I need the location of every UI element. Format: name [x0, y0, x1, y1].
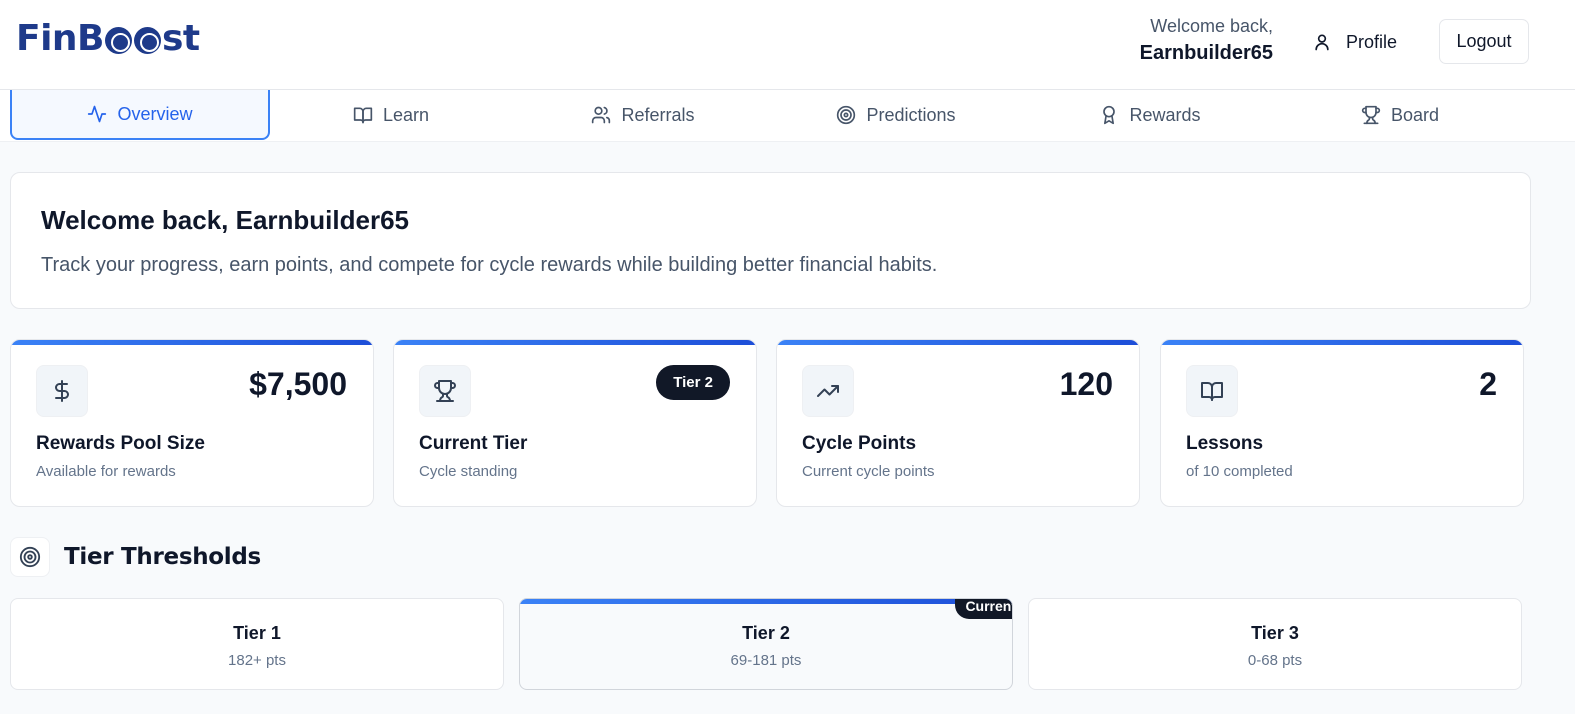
welcome-username: Earnbuilder65	[1139, 42, 1273, 64]
card-accent-bar	[520, 599, 1012, 604]
finboost-logo[interactable]: FinB st	[16, 18, 200, 59]
stat-label: Lessons	[1186, 433, 1264, 454]
stat-label: Rewards Pool Size	[36, 433, 205, 454]
trending-up-icon	[802, 365, 854, 417]
profile-button[interactable]: Profile	[1312, 26, 1397, 58]
stat-card-rewards-pool: $7,500 Rewards Pool Size Available for r…	[10, 339, 374, 507]
tab-label: Overview	[117, 103, 193, 124]
tier-thresholds-header: Tier Thresholds	[10, 537, 261, 577]
logout-button[interactable]: Logout	[1439, 19, 1529, 64]
tab-label: Rewards	[1129, 104, 1201, 125]
stat-card-lessons: 2 Lessons of 10 completed	[1160, 339, 1524, 507]
card-accent-bar	[11, 340, 373, 345]
tab-label: Learn	[382, 104, 430, 125]
trophy-icon	[1361, 105, 1381, 125]
logo-coin-icon	[134, 27, 161, 54]
stat-card-current-tier: Tier 2 Current Tier Cycle standing	[393, 339, 757, 507]
stat-value: $7,500	[249, 366, 347, 402]
users-icon	[592, 106, 611, 124]
tab-rewards[interactable]: Rewards	[1028, 90, 1272, 140]
stat-sublabel: of 10 completed	[1186, 463, 1293, 480]
profile-label: Profile	[1346, 31, 1398, 52]
tier-range: 0-68 pts	[1247, 652, 1303, 669]
tier-badge: Tier 2	[656, 365, 730, 400]
tab-overview[interactable]: Overview	[10, 90, 270, 140]
tier-name: Tier 3	[1251, 623, 1299, 643]
stat-value: 2	[1479, 366, 1497, 402]
dollar-icon	[36, 365, 88, 417]
award-icon	[1103, 105, 1116, 125]
welcome-card: Welcome back, Earnbuilder65 Track your p…	[10, 172, 1531, 309]
book-open-icon	[1186, 365, 1238, 417]
tier-card-3: Tier 3 0-68 pts	[1028, 598, 1522, 690]
main-tabs: Overview Learn Referrals Predictions Rew…	[0, 90, 1575, 142]
target-icon	[837, 105, 856, 125]
book-open-icon	[353, 107, 373, 124]
tab-label: Referrals	[621, 104, 695, 125]
tier-card-1: Tier 1 182+ pts	[10, 598, 504, 690]
stat-sublabel: Available for rewards	[36, 463, 176, 480]
tier-name: Tier 2	[742, 623, 790, 643]
tab-referrals[interactable]: Referrals	[522, 90, 764, 140]
section-title: Tier Thresholds	[64, 544, 261, 570]
header-welcome: Welcome back, Earnbuilder65	[1140, 16, 1273, 65]
tab-label: Board	[1390, 104, 1440, 125]
card-accent-bar	[394, 340, 756, 345]
tier-name: Tier 1	[233, 623, 281, 643]
tier-card-2: Current Tier 2 69-181 pts	[519, 598, 1013, 690]
welcome-greeting: Welcome back,	[1150, 16, 1273, 36]
user-icon	[1315, 34, 1329, 51]
stat-sublabel: Current cycle points	[802, 463, 935, 480]
target-icon	[10, 537, 50, 577]
trophy-icon	[419, 365, 471, 417]
page-title: Welcome back, Earnbuilder65	[41, 205, 409, 235]
app-header: FinB st Welcome back, Earnbuilder65 Profi…	[0, 0, 1575, 90]
page-subtitle: Track your progress, earn points, and co…	[41, 254, 938, 276]
stat-value: 120	[1059, 366, 1113, 402]
logo-coin-icon	[105, 27, 132, 54]
stat-label: Cycle Points	[802, 433, 917, 454]
tier-range: 182+ pts	[228, 652, 286, 669]
current-tier-badge: Current	[955, 599, 1012, 619]
tab-predictions[interactable]: Predictions	[774, 90, 1018, 140]
tier-range: 69-181 pts	[730, 652, 802, 669]
activity-icon	[88, 105, 107, 123]
stat-card-cycle-points: 120 Cycle Points Current cycle points	[776, 339, 1140, 507]
stat-sublabel: Cycle standing	[419, 463, 518, 480]
tab-board[interactable]: Board	[1280, 90, 1520, 140]
card-accent-bar	[777, 340, 1139, 345]
tab-label: Predictions	[866, 104, 956, 125]
card-accent-bar	[1161, 340, 1523, 345]
stat-label: Current Tier	[419, 433, 528, 454]
tab-learn[interactable]: Learn	[272, 90, 510, 140]
